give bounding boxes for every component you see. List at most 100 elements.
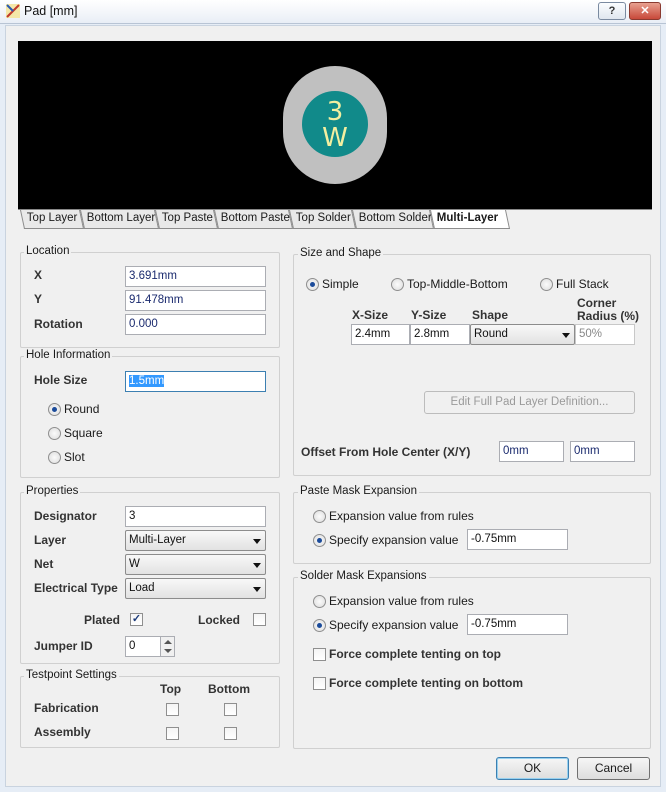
spin-down-icon[interactable] [164,649,172,653]
paste-specify-radio[interactable] [313,534,326,547]
round-label: Round [64,402,100,416]
tab-multi-layer[interactable]: Multi-Layer [430,210,511,229]
x-size-field[interactable]: 2.4mm [351,324,410,345]
net-select[interactable]: W [125,554,266,575]
jumper-id-label: Jumper ID [34,639,93,653]
locked-checkbox[interactable] [253,613,266,626]
layer-select-value: Multi-Layer [129,534,186,546]
tab-bottom-layer[interactable]: Bottom Layer [80,210,160,229]
simple-radio[interactable] [306,278,319,291]
jumper-id-spinner[interactable] [160,636,175,657]
paste-rules-radio[interactable] [313,510,326,523]
corner-header-line1: Corner [577,296,617,310]
fab-top-checkbox[interactable] [166,703,179,716]
y-field[interactable]: 91.478mm [125,290,266,311]
layer-select[interactable]: Multi-Layer [125,530,266,551]
edit-full-pad-layer-button: Edit Full Pad Layer Definition... [424,391,635,414]
paste-expansion-field[interactable]: -0.75mm [467,529,568,550]
solder-expansion-field[interactable]: -0.75mm [467,614,568,635]
asm-bottom-checkbox[interactable] [224,727,237,740]
y-label: Y [34,292,43,306]
spin-up-icon[interactable] [164,640,172,644]
hole-info-title: Hole Information [24,349,113,361]
rotation-field[interactable]: 0.000 [125,314,266,335]
electrical-type-select[interactable]: Load [125,578,266,599]
tab-top-solder[interactable]: Top Solder [289,210,357,229]
locked-label: Locked [198,613,241,627]
ok-button[interactable]: OK [496,757,569,780]
square-radio[interactable] [48,427,61,440]
offset-label: Offset From Hole Center (X/Y) [301,445,471,459]
solder-specify-radio[interactable] [313,619,326,632]
slot-label: Slot [64,450,85,464]
designator-label: Designator [34,509,97,523]
pad-hole-shape: 3 W [302,91,368,157]
net-select-value: W [129,558,140,570]
plated-label: Plated [84,613,121,627]
shape-select[interactable]: Round [470,324,575,345]
electrical-type-value: Load [129,582,155,594]
size-shape-title: Size and Shape [298,247,384,259]
cancel-button[interactable]: Cancel [577,757,650,780]
round-radio[interactable] [48,403,61,416]
help-button[interactable]: ? [598,2,626,20]
y-size-field[interactable]: 2.8mm [410,324,470,345]
solder-mask-title: Solder Mask Expansions [298,570,429,582]
tent-bottom-label: Force complete tenting on bottom [329,676,523,690]
simple-label: Simple [322,277,359,291]
tent-bottom-checkbox[interactable] [313,677,326,690]
paste-specify-label: Specify expansion value [329,533,459,547]
tent-top-checkbox[interactable] [313,648,326,661]
offset-y-field[interactable]: 0mm [570,441,635,462]
square-label: Square [64,426,103,440]
chevron-down-icon [253,539,261,544]
shape-select-value: Round [474,328,508,340]
paste-rules-label: Expansion value from rules [329,509,474,523]
tab-top-paste[interactable]: Top Paste [155,210,219,229]
testpoint-bottom-header: Bottom [208,682,250,696]
pad-net-text: W [322,123,348,153]
fab-bottom-checkbox[interactable] [224,703,237,716]
full-stack-label: Full Stack [556,277,609,291]
solder-rules-radio[interactable] [313,595,326,608]
slot-radio[interactable] [48,451,61,464]
shape-header: Shape [472,308,509,322]
tab-bottom-solder[interactable]: Bottom Solder [352,210,435,229]
testpoint-title: Testpoint Settings [24,669,119,681]
testpoint-top-header: Top [160,682,182,696]
corner-radius-field: 50% [575,324,635,345]
y-size-header: Y-Size [411,308,447,322]
fabrication-label: Fabrication [34,701,99,715]
hole-size-label: Hole Size [34,373,88,387]
asm-top-checkbox[interactable] [166,727,179,740]
assembly-label: Assembly [34,725,91,739]
location-group-title: Location [24,245,72,257]
title-bar: Pad [mm] ? ✕ [0,0,666,24]
solder-rules-label: Expansion value from rules [329,594,474,608]
tent-top-label: Force complete tenting on top [329,647,502,661]
designator-field[interactable]: 3 [125,506,266,527]
tab-bottom-paste[interactable]: Bottom Paste [214,210,294,229]
tab-top-layer[interactable]: Top Layer [20,210,85,229]
chevron-down-icon [253,563,261,568]
x-label: X [34,268,43,282]
plated-checkbox[interactable]: ✓ [130,613,143,626]
close-button[interactable]: ✕ [629,2,661,20]
window-title: Pad [mm] [24,4,78,18]
offset-x-field[interactable]: 0mm [499,441,564,462]
corner-header-line2: Radius (%) [577,309,640,323]
properties-title: Properties [24,485,81,497]
paste-mask-group [293,492,651,564]
electrical-type-label: Electrical Type [34,581,118,595]
jumper-id-field[interactable]: 0 [125,636,163,657]
x-field[interactable]: 3.691mm [125,266,266,287]
chevron-down-icon [253,587,261,592]
layer-tabs: Top Layer Bottom Layer Top Paste Bottom … [18,209,652,229]
top-middle-bottom-radio[interactable] [391,278,404,291]
pad-app-icon [6,4,20,18]
hole-size-field[interactable]: 1.5mm [125,371,266,392]
pad-preview: 3 W [18,41,652,211]
chevron-down-icon [562,333,570,338]
full-stack-radio[interactable] [540,278,553,291]
paste-mask-title: Paste Mask Expansion [298,485,419,497]
